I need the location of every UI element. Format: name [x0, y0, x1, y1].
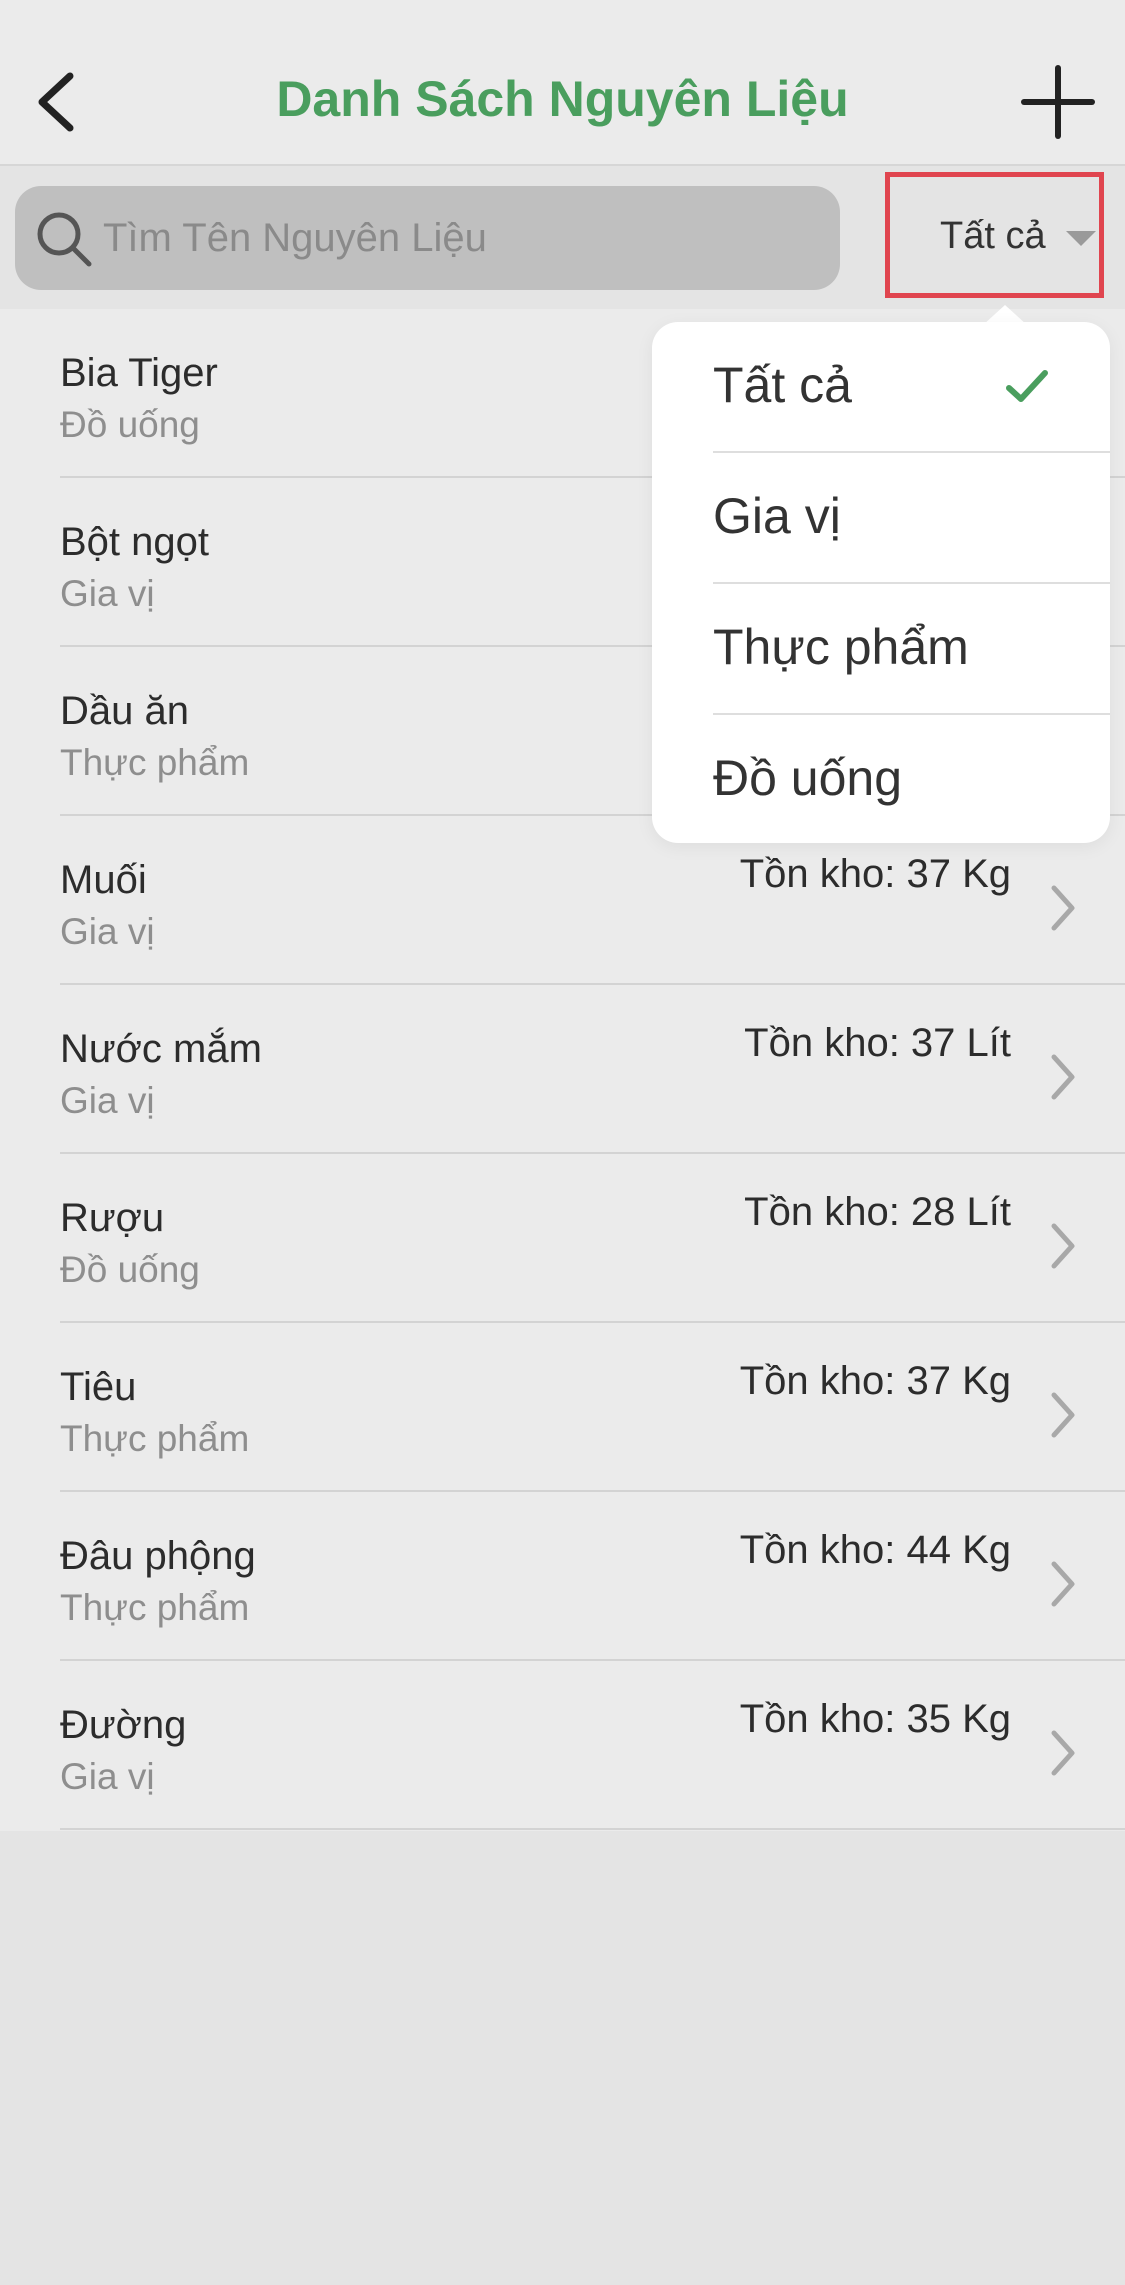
item-stock: Tồn kho: 28 Lít — [744, 1190, 1011, 1234]
item-stock: Tồn kho: 37 Kg — [739, 852, 1011, 896]
plus-icon — [1021, 65, 1095, 139]
list-item[interactable]: Đâu phộng Thực phẩm Tồn kho: 44 Kg — [0, 1492, 1125, 1661]
list-item[interactable]: Rượu Đồ uống Tồn kho: 28 Lít — [0, 1154, 1125, 1323]
item-stock: Tồn kho: 37 Kg — [739, 1359, 1011, 1403]
item-category: Gia vị — [60, 573, 155, 614]
search-input[interactable] — [103, 186, 823, 290]
option-label: Đồ uống — [713, 750, 903, 806]
item-category: Đồ uống — [60, 1249, 200, 1290]
filter-selected-label: Tất cả — [940, 215, 1046, 257]
item-name: Bột ngọt — [60, 520, 210, 564]
caret-down-icon — [1066, 231, 1096, 246]
list-item[interactable]: Tiêu Thực phẩm Tồn kho: 37 Kg — [0, 1323, 1125, 1492]
item-name: Đường — [60, 1703, 187, 1747]
item-name: Muối — [60, 858, 147, 902]
option-label: Thực phẩm — [713, 619, 969, 675]
item-stock: Tồn kho: 44 Kg — [739, 1528, 1011, 1572]
option-label: Gia vị — [713, 488, 841, 544]
item-category: Đồ uống — [60, 404, 200, 445]
option-label: Tất cả — [713, 357, 852, 413]
dropdown-option-spice[interactable]: Gia vị — [652, 453, 1110, 584]
search-bar: Tất cả — [0, 166, 1125, 308]
dropdown-option-drinks[interactable]: Đồ uống — [652, 715, 1110, 846]
item-category: Thực phẩm — [60, 1418, 250, 1459]
item-name: Rượu — [60, 1196, 165, 1240]
item-category: Thực phẩm — [60, 1587, 250, 1628]
item-category: Gia vị — [60, 1080, 155, 1121]
search-field[interactable] — [15, 186, 840, 290]
item-category: Thực phẩm — [60, 742, 250, 783]
item-name: Đâu phộng — [60, 1534, 256, 1578]
chevron-right-icon — [1051, 1392, 1075, 1438]
chevron-right-icon — [1051, 1054, 1075, 1100]
search-icon — [37, 212, 92, 267]
dropdown-option-all[interactable]: Tất cả — [652, 322, 1110, 453]
checkmark-icon — [1006, 370, 1048, 402]
nav-header: Danh Sách Nguyên Liệu — [0, 0, 1125, 166]
category-dropdown: Tất cả Gia vị Thực phẩm Đồ uống — [652, 322, 1110, 843]
item-name: Dầu ăn — [60, 689, 189, 733]
chevron-right-icon — [1051, 1561, 1075, 1607]
item-name: Bia Tiger — [60, 351, 218, 395]
item-stock: Tồn kho: 37 Lít — [744, 1021, 1011, 1065]
chevron-right-icon — [1051, 885, 1075, 931]
list-item[interactable]: Nước mắm Gia vị Tồn kho: 37 Lít — [0, 985, 1125, 1154]
add-ingredient-button[interactable] — [1018, 62, 1098, 142]
divider — [60, 1828, 1125, 1830]
list-item[interactable]: Đường Gia vị Tồn kho: 35 Kg — [0, 1661, 1125, 1830]
item-stock: Tồn kho: 35 Kg — [739, 1697, 1011, 1741]
chevron-right-icon — [1051, 1730, 1075, 1776]
item-category: Gia vị — [60, 911, 155, 952]
category-filter-button[interactable]: Tất cả — [885, 172, 1104, 298]
chevron-right-icon — [1051, 1223, 1075, 1269]
item-category: Gia vị — [60, 1756, 155, 1797]
item-name: Tiêu — [60, 1365, 137, 1409]
page-title: Danh Sách Nguyên Liệu — [276, 71, 849, 127]
dropdown-option-food[interactable]: Thực phẩm — [652, 584, 1110, 715]
item-name: Nước mắm — [60, 1027, 262, 1071]
